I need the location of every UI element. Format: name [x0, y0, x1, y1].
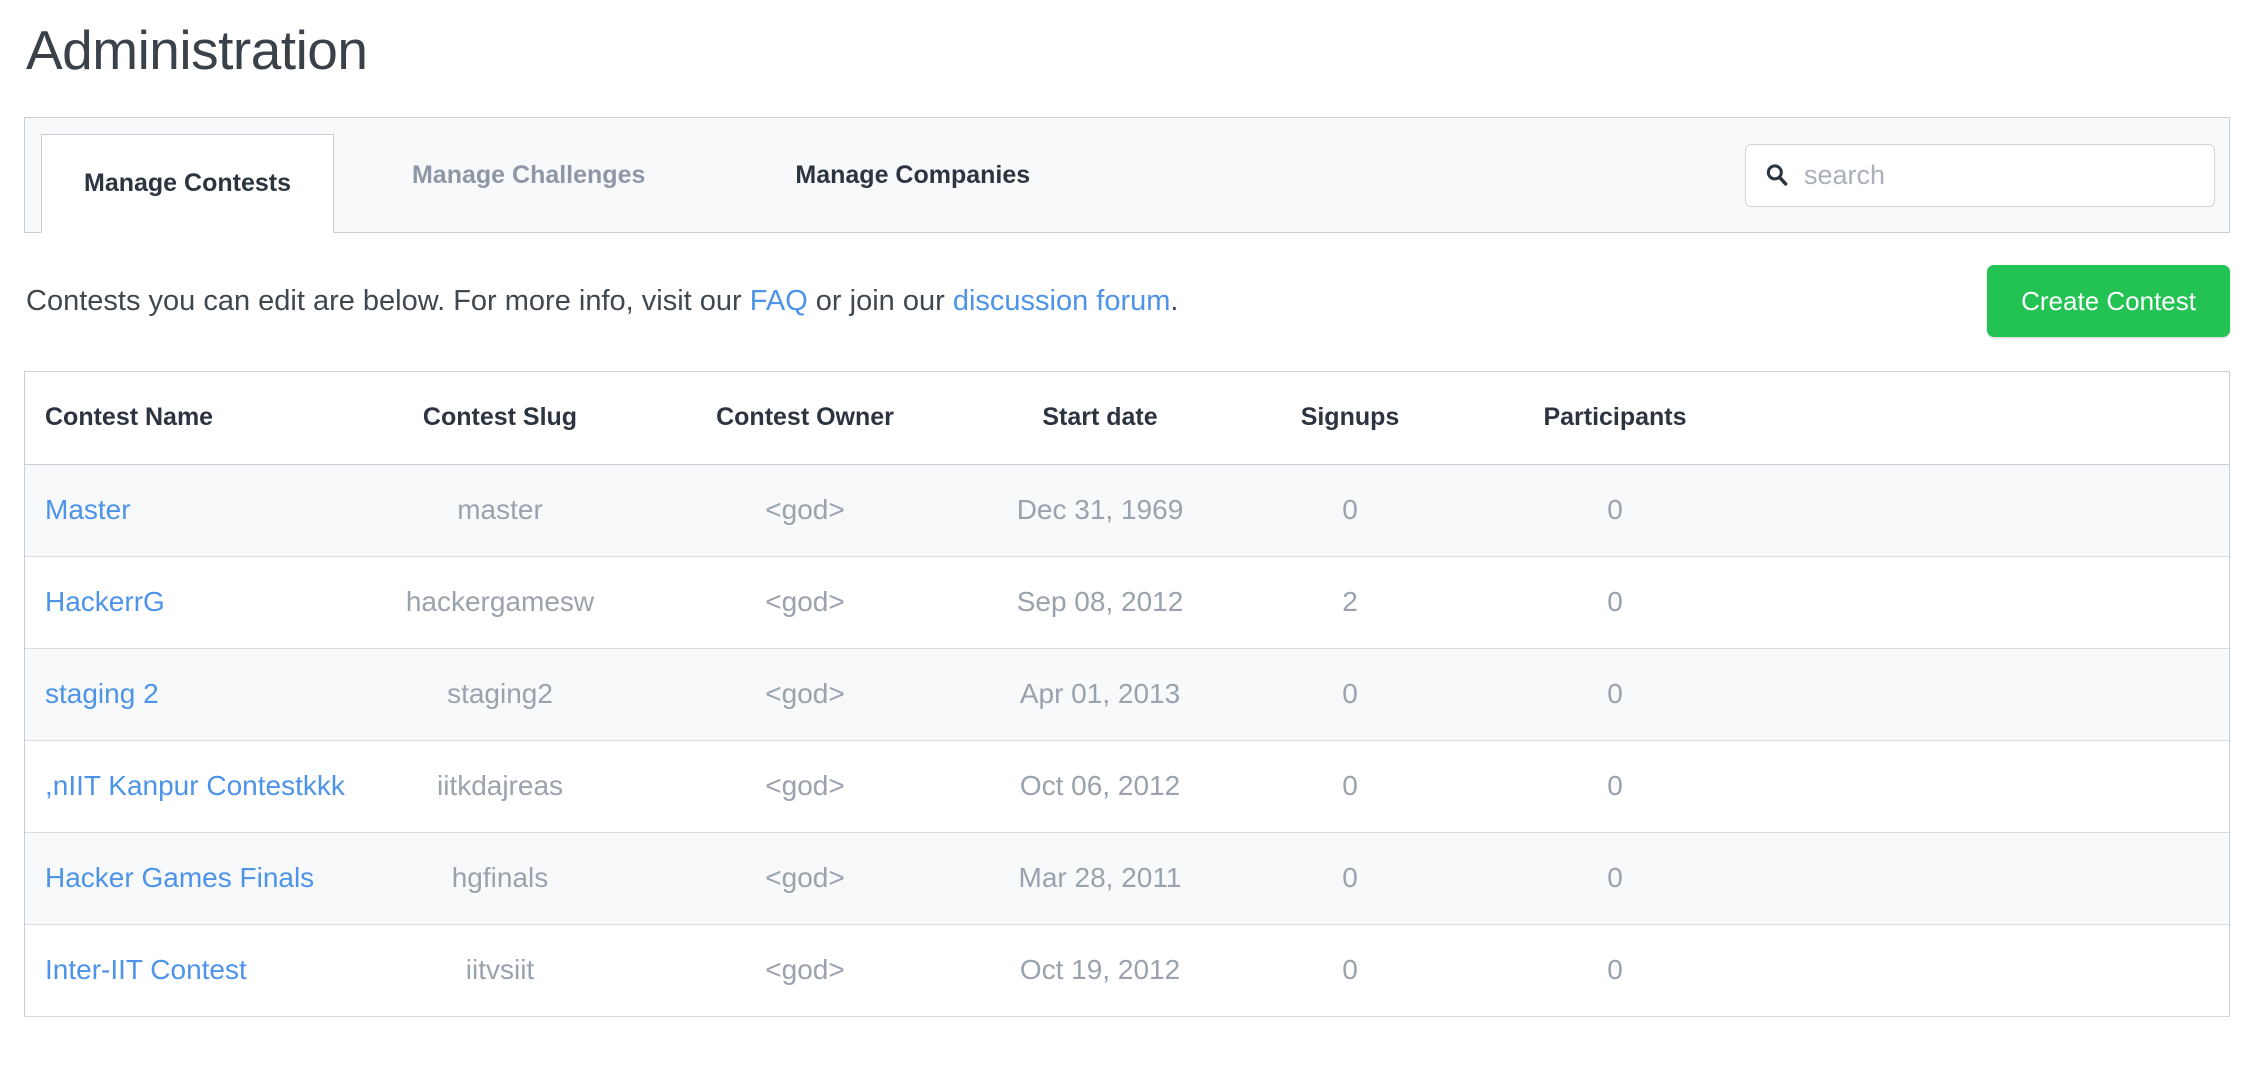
cell-contest-slug: hgfinals — [355, 832, 645, 925]
tab-bar: Manage Contests Manage Challenges Manage… — [24, 117, 2230, 233]
cell-signups: 0 — [1235, 740, 1465, 833]
faq-link[interactable]: FAQ — [750, 285, 808, 317]
search-icon — [1766, 164, 1788, 186]
cell-signups: 0 — [1235, 648, 1465, 741]
contest-name-link[interactable]: Master — [45, 494, 131, 525]
cell-contest-name: staging 2 — [25, 648, 355, 741]
cell-contest-owner: <god> — [645, 464, 965, 557]
cell-participants: 0 — [1465, 740, 1765, 833]
cell-contest-name: ,nIIT Kanpur Contestkkk — [25, 740, 355, 833]
tab-spacer — [334, 118, 370, 232]
cell-contest-owner: <god> — [645, 924, 965, 1017]
cell-spacer — [1765, 556, 2229, 649]
cell-participants: 0 — [1465, 648, 1765, 741]
cell-spacer — [1765, 924, 2229, 1017]
description-text: Contests you can edit are below. For mor… — [26, 284, 1178, 319]
search-input[interactable] — [1804, 159, 2196, 191]
cell-contest-owner: <god> — [645, 740, 965, 833]
column-header-contest-name[interactable]: Contest Name — [25, 372, 355, 465]
cell-contest-name: Inter-IIT Contest — [25, 924, 355, 1017]
cell-start-date: Oct 19, 2012 — [965, 924, 1235, 1017]
contest-name-link[interactable]: Hacker Games Finals — [45, 862, 314, 893]
tab-manage-challenges-label: Manage Challenges — [411, 160, 646, 189]
column-header-signups[interactable]: Signups — [1235, 372, 1465, 465]
cell-start-date: Apr 01, 2013 — [965, 648, 1235, 741]
cell-contest-slug: staging2 — [355, 648, 645, 741]
search-box[interactable] — [1745, 143, 2215, 207]
discussion-forum-link[interactable]: discussion forum — [953, 285, 1171, 317]
search-area — [1745, 118, 2229, 232]
cell-participants: 0 — [1465, 464, 1765, 557]
table-row[interactable]: Master master <god> Dec 31, 1969 0 0 — [25, 464, 2229, 557]
cell-signups: 2 — [1235, 556, 1465, 649]
cell-contest-slug: hackergamesw — [355, 556, 645, 649]
cell-contest-name: Master — [25, 464, 355, 557]
contests-table: Contest Name Contest Slug Contest Owner … — [25, 372, 2229, 1017]
cell-participants: 0 — [1465, 832, 1765, 925]
contest-name-link[interactable]: HackerrG — [45, 586, 165, 617]
table-row[interactable]: ,nIIT Kanpur Contestkkk iitkdajreas <god… — [25, 740, 2229, 833]
column-header-contest-owner[interactable]: Contest Owner — [645, 372, 965, 465]
description-part-2: or join our — [807, 284, 953, 317]
tab-manage-companies-label: Manage Companies — [795, 160, 1031, 189]
create-contest-button[interactable]: Create Contest — [1987, 265, 2230, 337]
cell-contest-owner: <god> — [645, 556, 965, 649]
cell-contest-owner: <god> — [645, 832, 965, 925]
cell-contest-owner: <god> — [645, 648, 965, 741]
table-head: Contest Name Contest Slug Contest Owner … — [25, 372, 2229, 465]
tab-manage-contests[interactable]: Manage Contests — [41, 134, 334, 233]
table-row[interactable]: Hacker Games Finals hgfinals <god> Mar 2… — [25, 832, 2229, 925]
contest-name-link[interactable]: Inter-IIT Contest — [45, 954, 247, 985]
cell-contest-slug: iitvsiit — [355, 924, 645, 1017]
cell-signups: 0 — [1235, 464, 1465, 557]
tab-manage-contests-label: Manage Contests — [84, 169, 291, 197]
cell-spacer — [1765, 648, 2229, 741]
admin-page: Administration Manage Contests Manage Ch… — [0, 0, 2254, 1080]
table-body: Master master <god> Dec 31, 1969 0 0 Hac… — [25, 464, 2229, 1017]
cell-spacer — [1765, 740, 2229, 833]
cell-signups: 0 — [1235, 832, 1465, 925]
table-row[interactable]: HackerrG hackergamesw <god> Sep 08, 2012… — [25, 556, 2229, 649]
page-title: Administration — [26, 19, 368, 81]
cell-spacer — [1765, 832, 2229, 925]
cell-contest-name: Hacker Games Finals — [25, 832, 355, 925]
cell-participants: 0 — [1465, 556, 1765, 649]
table-row[interactable]: Inter-IIT Contest iitvsiit <god> Oct 19,… — [25, 924, 2229, 1017]
cell-start-date: Sep 08, 2012 — [965, 556, 1235, 649]
column-header-contest-slug[interactable]: Contest Slug — [355, 372, 645, 465]
contest-name-link[interactable]: ,nIIT Kanpur Contestkkk — [45, 770, 345, 801]
column-header-spacer — [1765, 372, 2229, 465]
cell-start-date: Mar 28, 2011 — [965, 832, 1235, 925]
description-row: Contests you can edit are below. For mor… — [24, 265, 2230, 337]
cell-participants: 0 — [1465, 924, 1765, 1017]
cell-start-date: Oct 06, 2012 — [965, 740, 1235, 833]
column-header-participants[interactable]: Participants — [1465, 372, 1765, 465]
cell-contest-name: HackerrG — [25, 556, 355, 649]
tab-spacer — [687, 118, 753, 232]
cell-start-date: Dec 31, 1969 — [965, 464, 1235, 557]
table-header-row: Contest Name Contest Slug Contest Owner … — [25, 372, 2229, 465]
cell-contest-slug: master — [355, 464, 645, 557]
description-part-3: . — [1170, 284, 1179, 317]
cell-spacer — [1765, 464, 2229, 557]
description-part-1: Contests you can edit are below. For mor… — [26, 284, 750, 317]
cell-signups: 0 — [1235, 924, 1465, 1017]
tab-manage-companies[interactable]: Manage Companies — [753, 118, 1072, 232]
column-header-start-date[interactable]: Start date — [965, 372, 1235, 465]
contests-table-container: Contest Name Contest Slug Contest Owner … — [24, 371, 2230, 1017]
tab-manage-challenges[interactable]: Manage Challenges — [370, 118, 687, 232]
table-row[interactable]: staging 2 staging2 <god> Apr 01, 2013 0 … — [25, 648, 2229, 741]
contest-name-link[interactable]: staging 2 — [45, 678, 159, 709]
cell-contest-slug: iitkdajreas — [355, 740, 645, 833]
